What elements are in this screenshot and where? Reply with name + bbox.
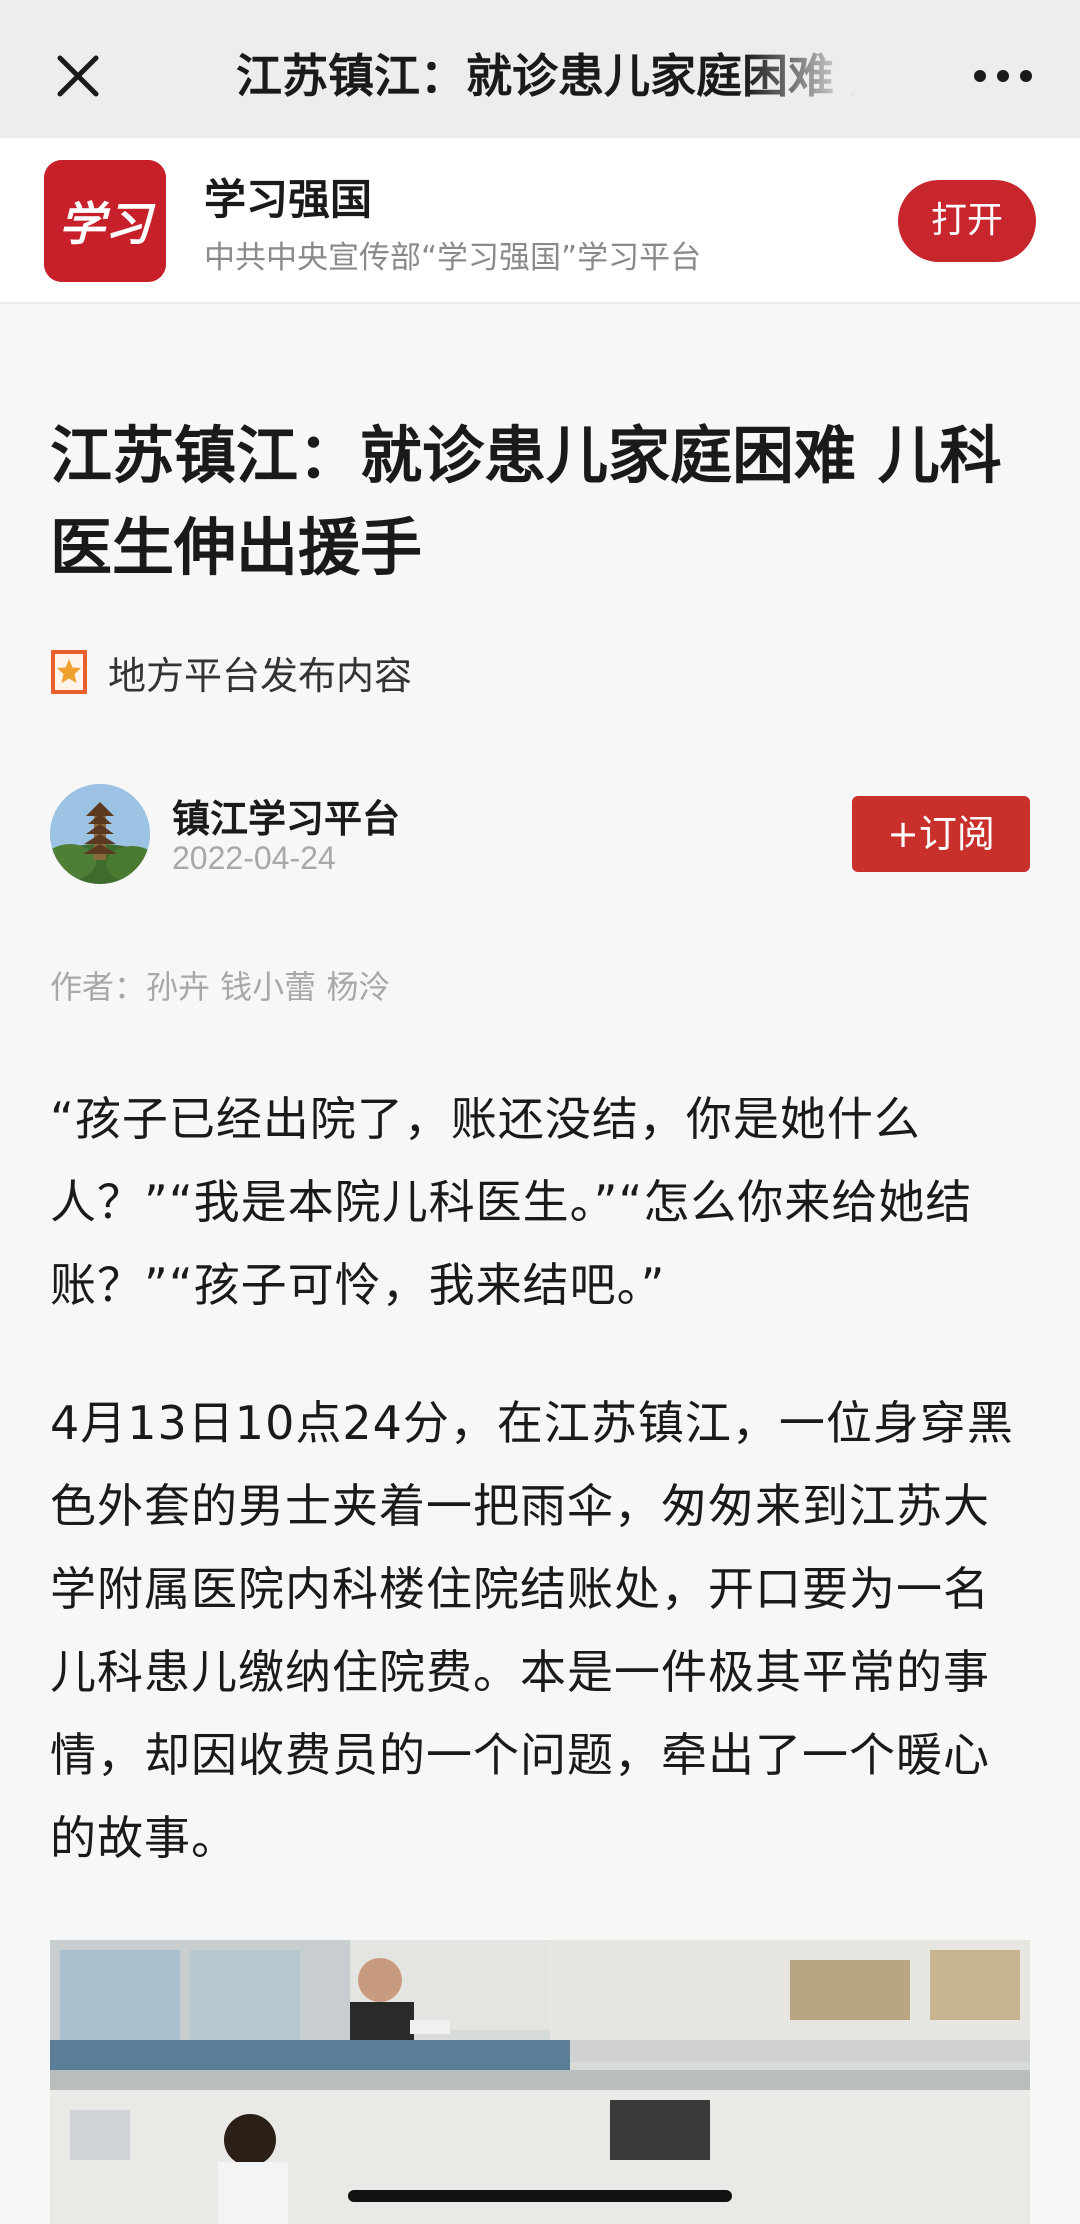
- close-icon[interactable]: [48, 46, 108, 106]
- article-paragraph-2: 4月13日10点24分，在江苏镇江，一位身穿黑色外套的男士夹着一把雨伞，匆匆来到…: [50, 1396, 1014, 1865]
- author-byline: 作者：孙卉 钱小蕾 杨泠: [50, 968, 391, 1006]
- publisher-row: 镇江学习平台 2022-04-24 +订阅: [50, 784, 1030, 884]
- top-nav-bar: 江苏镇江：就诊患儿家庭困难 儿科医生伸出援手: [0, 0, 1080, 138]
- open-app-button[interactable]: 打开: [898, 180, 1036, 262]
- app-logo-graphic: 学习: [44, 160, 166, 282]
- publisher-name[interactable]: 镇江学习平台: [172, 788, 400, 843]
- app-logo-text: 学习: [59, 197, 156, 251]
- article-photo[interactable]: [50, 1940, 1030, 2224]
- subscribe-button[interactable]: +订阅: [852, 796, 1030, 872]
- app-logo: 学习: [44, 160, 166, 282]
- article-paragraph-1: “孩子已经出院了，账还没结，你是她什么人？”“我是本院儿科医生。”“怎么你来给她…: [50, 1092, 973, 1312]
- publish-date: 2022-04-24: [172, 840, 336, 876]
- more-icon[interactable]: [972, 62, 1034, 90]
- app-banner: 学习 学习强国 中共中央宣传部“学习强国”学习平台 打开: [0, 138, 1080, 304]
- home-indicator: [348, 2190, 732, 2202]
- pagoda-image: [50, 784, 150, 884]
- cashier-counter-photo: [50, 1940, 1030, 2224]
- publisher-avatar[interactable]: [50, 784, 150, 884]
- app-description: 中共中央宣传部“学习强国”学习平台: [204, 240, 702, 276]
- article-title: 江苏镇江：就诊患儿家庭困难 儿科医生伸出援手: [50, 419, 1002, 584]
- bookmark-star-icon: [51, 650, 87, 694]
- app-name: 学习强国: [204, 175, 373, 224]
- nav-title: 江苏镇江：就诊患儿家庭困难 儿科医生伸出援手: [236, 49, 856, 103]
- source-tag-label: 地方平台发布内容: [108, 653, 413, 698]
- source-tag: 地方平台发布内容: [50, 646, 412, 698]
